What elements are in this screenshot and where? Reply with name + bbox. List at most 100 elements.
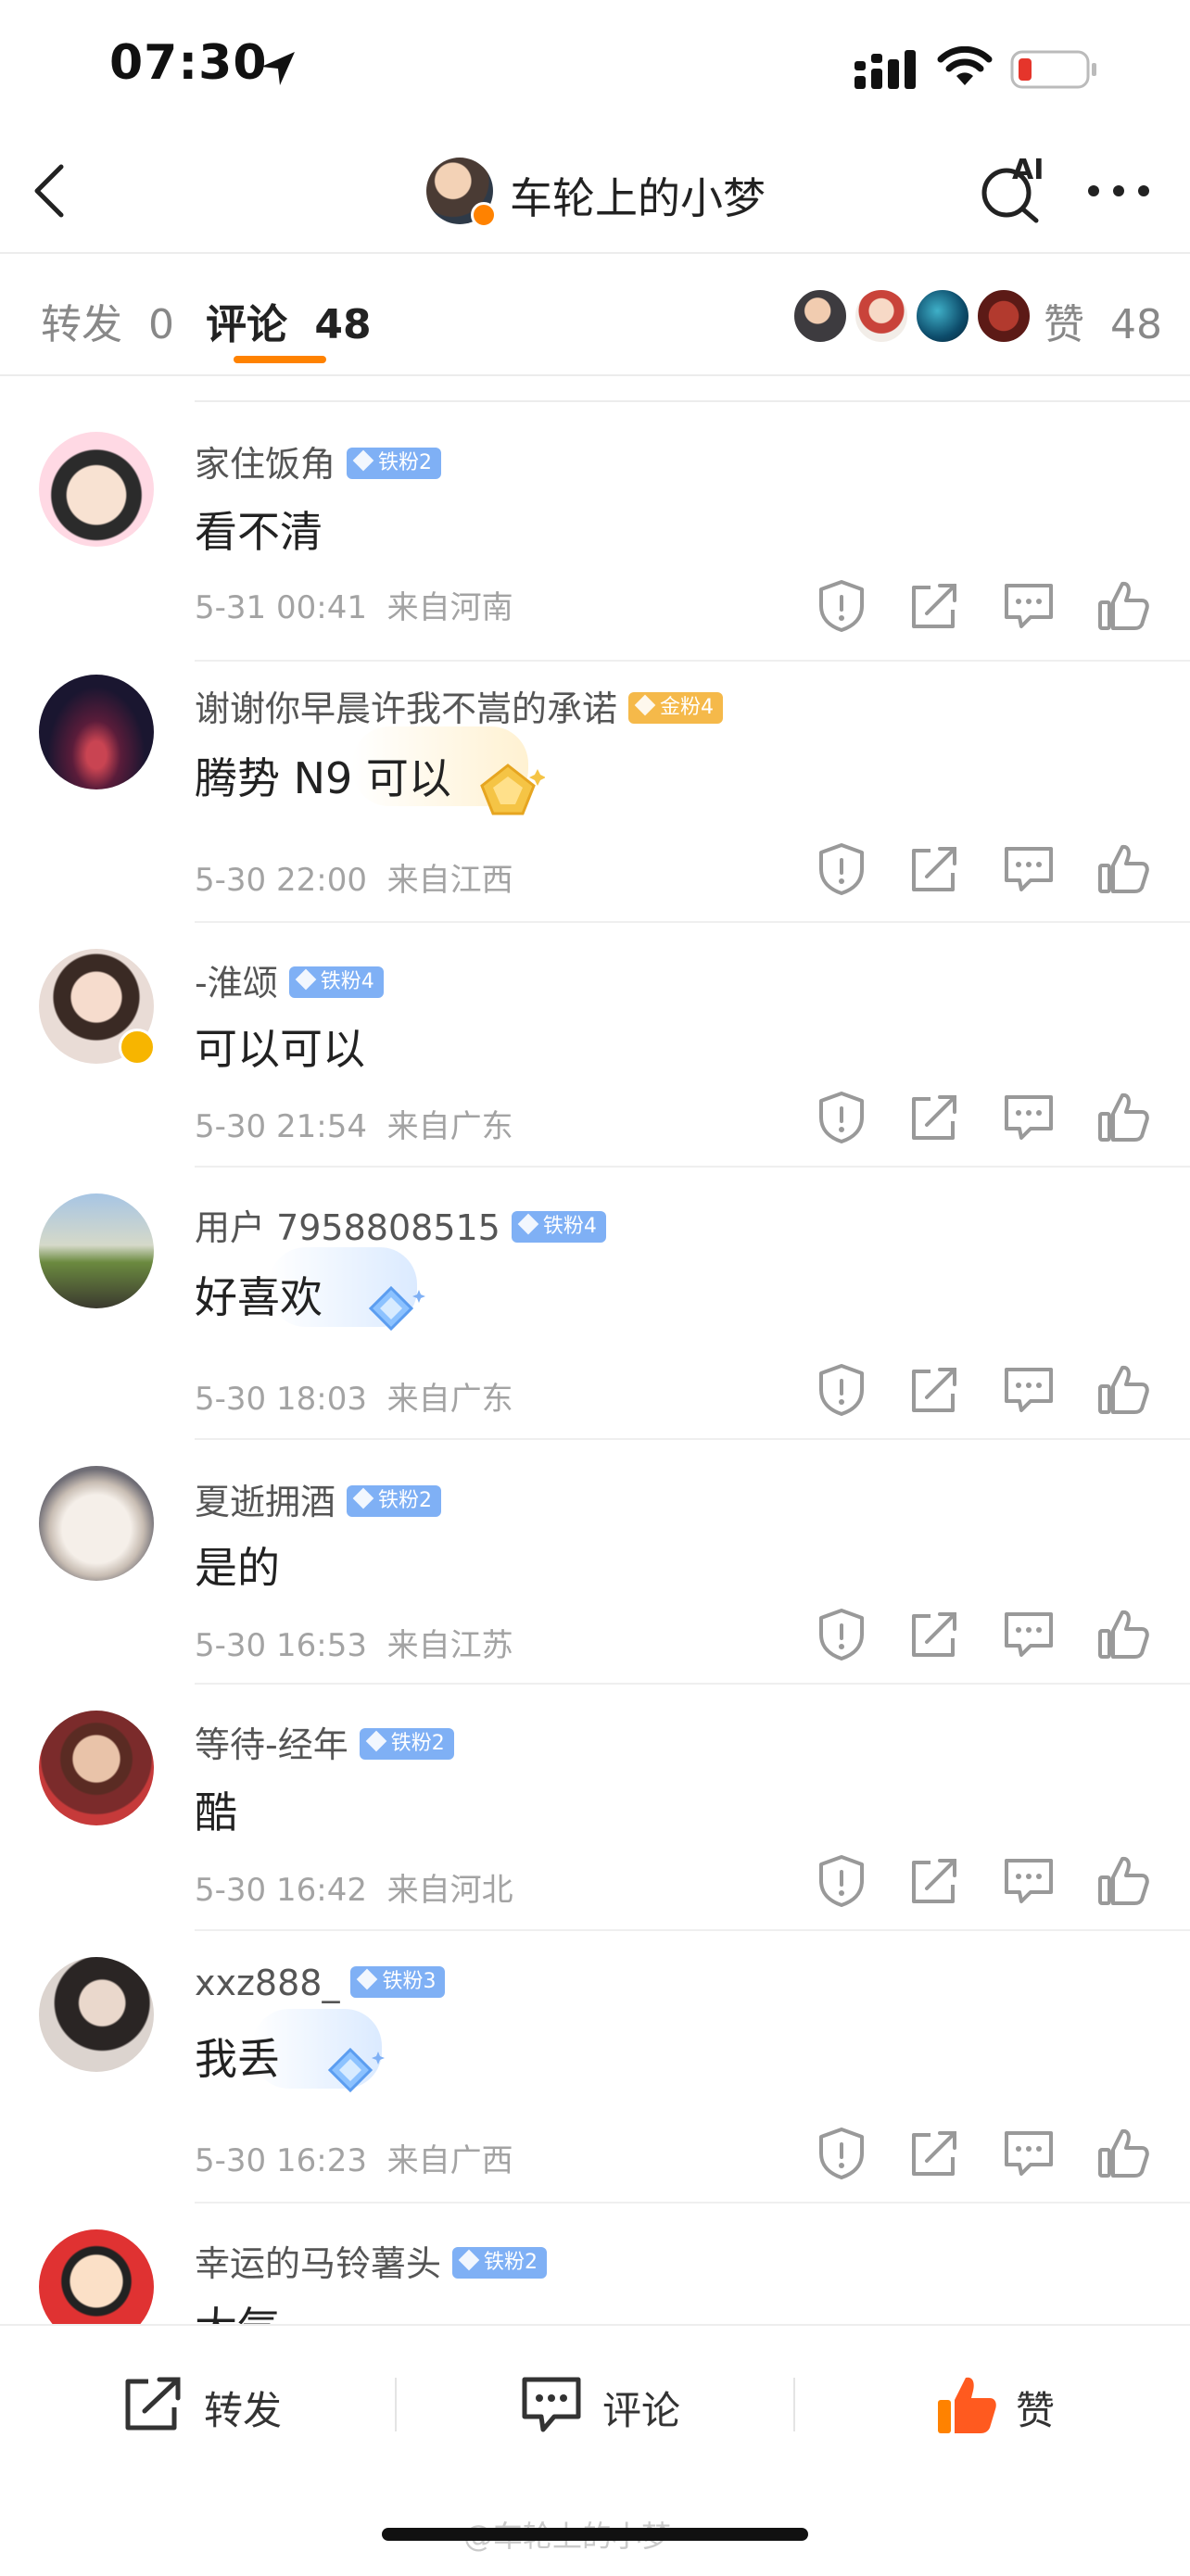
liker-avatar[interactable] xyxy=(853,287,910,345)
location-arrow-icon xyxy=(261,52,295,85)
comment-divider xyxy=(195,1438,1190,1440)
reply-icon[interactable] xyxy=(1001,578,1057,634)
cellular-signal-icon xyxy=(855,50,916,89)
comment-username[interactable]: 等待-经年 铁粉2 xyxy=(195,1716,454,1767)
report-icon[interactable] xyxy=(814,2126,869,2181)
fan-badge: 铁粉2 xyxy=(452,2246,548,2279)
fan-badge: 铁粉3 xyxy=(350,1965,446,1998)
comment-divider xyxy=(195,1929,1190,1931)
report-icon[interactable] xyxy=(814,841,869,897)
active-tab-indicator xyxy=(234,356,326,363)
share-icon[interactable] xyxy=(906,1607,962,1662)
share-icon[interactable] xyxy=(906,1853,962,1909)
share-icon[interactable] xyxy=(906,2126,962,2181)
tab-repost-count: 0 xyxy=(148,301,174,348)
comment-text: 可以可以 xyxy=(195,1024,365,1074)
verified-badge-icon xyxy=(471,202,497,228)
tab-likes-label: 赞 xyxy=(1044,301,1084,348)
like-icon[interactable] xyxy=(1095,1090,1151,1145)
comment-text: 是的 xyxy=(195,1543,280,1593)
like-icon[interactable] xyxy=(1095,841,1151,897)
avatar[interactable] xyxy=(39,432,154,547)
like-icon[interactable] xyxy=(1095,2126,1151,2181)
report-icon[interactable] xyxy=(814,578,869,634)
comment-divider xyxy=(195,2202,1190,2203)
wifi-icon xyxy=(937,46,993,85)
report-icon[interactable] xyxy=(814,1607,869,1662)
fan-badge: 铁粉4 xyxy=(288,966,384,998)
comment-username[interactable]: -淮颂 铁粉4 xyxy=(195,954,384,1005)
comment-button[interactable]: 评论 xyxy=(519,2374,779,2439)
fan-badge: 铁粉2 xyxy=(359,1727,454,1760)
tab-repost-label: 转发 xyxy=(41,301,122,348)
comment-meta: 5-30 22:00 来自江西 xyxy=(195,862,513,899)
share-icon[interactable] xyxy=(906,1362,962,1418)
tab-comments-label: 评论 xyxy=(206,301,287,348)
comment-username[interactable]: 夏逝拥酒 铁粉2 xyxy=(195,1473,442,1524)
comment-text: 酷 xyxy=(195,1787,237,1837)
liker-avatar[interactable] xyxy=(791,287,849,345)
status-time: 07:30 xyxy=(109,35,268,91)
back-chevron-icon[interactable] xyxy=(28,163,74,219)
tab-comments[interactable]: 评论 48 xyxy=(206,291,372,350)
battery-icon xyxy=(1010,50,1096,89)
gold-gem-icon xyxy=(480,764,545,815)
liker-avatar[interactable] xyxy=(914,287,971,345)
reply-icon[interactable] xyxy=(1001,1090,1057,1145)
avatar[interactable] xyxy=(39,1711,154,1825)
share-icon[interactable] xyxy=(906,578,962,634)
reply-icon[interactable] xyxy=(1001,2126,1057,2181)
comment-divider xyxy=(195,660,1190,662)
blue-gem-icon xyxy=(327,2047,385,2093)
comment-divider xyxy=(195,921,1190,923)
comment-text: 腾势 N9 可以 xyxy=(195,753,451,803)
like-icon[interactable] xyxy=(1095,1362,1151,1418)
share-icon[interactable] xyxy=(906,1090,962,1145)
tab-repost[interactable]: 转发 0 xyxy=(41,291,174,350)
home-indicator xyxy=(382,2528,808,2541)
comment-meta: 5-30 21:54 来自广东 xyxy=(195,1108,513,1145)
tab-likes-count: 48 xyxy=(1110,301,1162,348)
comment-meta: 5-31 00:41 来自河南 xyxy=(195,589,513,626)
liker-avatar[interactable] xyxy=(975,287,1032,345)
report-icon[interactable] xyxy=(814,1090,869,1145)
ai-label: AI xyxy=(1012,154,1044,186)
avatar[interactable] xyxy=(39,1193,154,1308)
bottom-divider xyxy=(793,2378,795,2431)
tab-comments-count: 48 xyxy=(314,301,372,348)
comment-username[interactable]: xxz888_ 铁粉3 xyxy=(195,1963,446,2003)
comment-username[interactable]: 家住饭角 铁粉2 xyxy=(195,436,442,486)
reply-icon[interactable] xyxy=(1001,841,1057,897)
like-icon[interactable] xyxy=(1095,578,1151,634)
like-label: 赞 xyxy=(1016,2388,1056,2433)
comment-meta: 5-30 18:03 来自广东 xyxy=(195,1381,513,1418)
repost-button[interactable]: 转发 xyxy=(120,2374,380,2439)
share-icon[interactable] xyxy=(906,841,962,897)
avatar[interactable] xyxy=(39,1466,154,1581)
reply-icon[interactable] xyxy=(1001,1362,1057,1418)
repost-icon xyxy=(125,2377,181,2431)
fan-badge: 铁粉4 xyxy=(511,1210,606,1243)
comment-label: 评论 xyxy=(602,2388,681,2433)
more-options-icon[interactable] xyxy=(1086,182,1151,200)
comment-text: 我丢 xyxy=(195,2034,280,2084)
page-title: 车轮上的小梦 xyxy=(510,173,766,223)
comment-username[interactable]: 用户 7958808515 铁粉4 xyxy=(195,1199,606,1250)
comment-username[interactable]: 幸运的马铃薯头 铁粉2 xyxy=(195,2235,548,2286)
report-icon[interactable] xyxy=(814,1362,869,1418)
like-button[interactable]: 赞 xyxy=(934,2372,1120,2439)
blue-gem-icon xyxy=(368,1285,425,1332)
tabs-divider xyxy=(0,374,1190,376)
avatar[interactable] xyxy=(39,675,154,789)
like-icon[interactable] xyxy=(1095,1607,1151,1662)
comment-username[interactable]: 谢谢你早晨许我不嵩的承诺 金粉4 xyxy=(195,680,724,731)
tab-likes[interactable]: 赞 48 xyxy=(1044,291,1162,350)
report-icon[interactable] xyxy=(814,1853,869,1909)
reply-icon[interactable] xyxy=(1001,1607,1057,1662)
like-icon[interactable] xyxy=(1095,1853,1151,1909)
bottom-divider xyxy=(395,2378,397,2431)
reply-icon[interactable] xyxy=(1001,1853,1057,1909)
comment-meta: 5-30 16:53 来自江苏 xyxy=(195,1627,513,1664)
avatar[interactable] xyxy=(39,1957,154,2072)
fan-badge: 铁粉2 xyxy=(347,1484,442,1517)
